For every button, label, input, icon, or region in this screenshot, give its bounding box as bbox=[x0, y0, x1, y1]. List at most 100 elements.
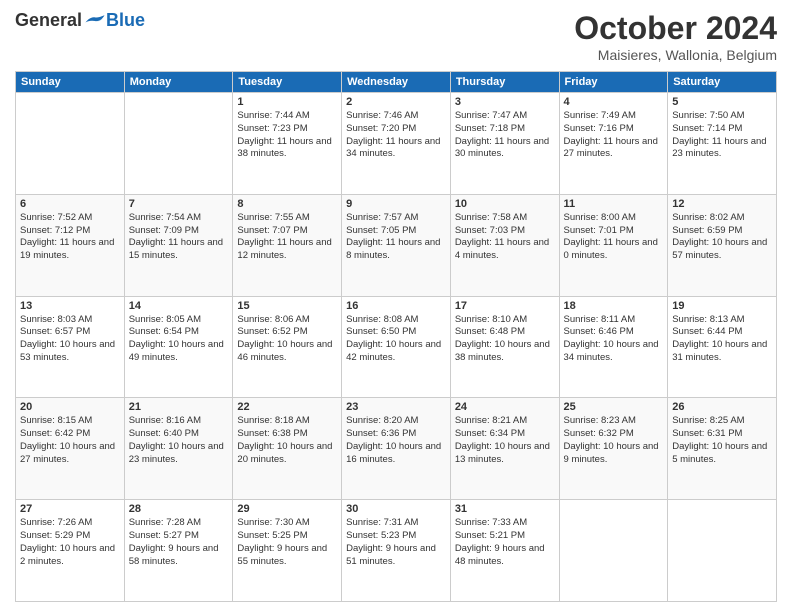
day-cell: 9 Sunrise: 7:57 AM Sunset: 7:05 PM Daylig… bbox=[342, 194, 451, 296]
day-number: 24 bbox=[455, 401, 555, 413]
day-number: 27 bbox=[20, 503, 120, 515]
day-cell: 25Sunrise: 8:23 AM Sunset: 6:32 PM Dayli… bbox=[559, 398, 668, 500]
day-cell: 8Sunrise: 7:55 AM Sunset: 7:07 PM Daylig… bbox=[233, 194, 342, 296]
day-header-wednesday: Wednesday bbox=[342, 72, 451, 93]
day-number: 30 bbox=[346, 503, 446, 515]
day-number: 21 bbox=[129, 401, 229, 413]
day-cell bbox=[668, 500, 777, 602]
day-info: Sunrise: 8:13 AM Sunset: 6:44 PM Dayligh… bbox=[672, 314, 772, 365]
day-info: Sunrise: 8:15 AM Sunset: 6:42 PM Dayligh… bbox=[20, 415, 120, 466]
day-info: Sunrise: 7:44 AM Sunset: 7:23 PM Dayligh… bbox=[237, 110, 337, 161]
day-number: 14 bbox=[129, 300, 229, 312]
day-info: Sunrise: 7:30 AM Sunset: 5:25 PM Dayligh… bbox=[237, 517, 337, 568]
day-info: Sunrise: 8:11 AM Sunset: 6:46 PM Dayligh… bbox=[564, 314, 664, 365]
day-info: Sunrise: 8:03 AM Sunset: 6:57 PM Dayligh… bbox=[20, 314, 120, 365]
month-title: October 2024 bbox=[574, 10, 777, 47]
day-number: 29 bbox=[237, 503, 337, 515]
day-number: 23 bbox=[346, 401, 446, 413]
day-number: 18 bbox=[564, 300, 664, 312]
day-number: 6 bbox=[20, 198, 120, 210]
day-cell: 3 Sunrise: 7:47 AM Sunset: 7:18 PM Daylig… bbox=[450, 93, 559, 195]
day-info: Sunrise: 7:50 AM Sunset: 7:14 PM Dayligh… bbox=[672, 110, 772, 161]
day-number: 22 bbox=[237, 401, 337, 413]
day-cell: 1 Sunrise: 7:44 AM Sunset: 7:23 PM Daylig… bbox=[233, 93, 342, 195]
day-info: Sunrise: 8:10 AM Sunset: 6:48 PM Dayligh… bbox=[455, 314, 555, 365]
day-cell: 31 Sunrise: 7:33 AM Sunset: 5:21 PM Dayli… bbox=[450, 500, 559, 602]
week-row-5: 27Sunrise: 7:26 AM Sunset: 5:29 PM Dayli… bbox=[16, 500, 777, 602]
day-cell: 2 Sunrise: 7:46 AM Sunset: 7:20 PM Daylig… bbox=[342, 93, 451, 195]
logo: General Blue bbox=[15, 10, 145, 31]
day-header-friday: Friday bbox=[559, 72, 668, 93]
day-cell: 30 Sunrise: 7:31 AM Sunset: 5:23 PM Dayli… bbox=[342, 500, 451, 602]
day-info: Sunrise: 7:49 AM Sunset: 7:16 PM Dayligh… bbox=[564, 110, 664, 161]
calendar-table: SundayMondayTuesdayWednesdayThursdayFrid… bbox=[15, 71, 777, 602]
day-header-tuesday: Tuesday bbox=[233, 72, 342, 93]
day-number: 19 bbox=[672, 300, 772, 312]
day-number: 7 bbox=[129, 198, 229, 210]
day-info: Sunrise: 8:05 AM Sunset: 6:54 PM Dayligh… bbox=[129, 314, 229, 365]
day-cell bbox=[124, 93, 233, 195]
day-info: Sunrise: 8:18 AM Sunset: 6:38 PM Dayligh… bbox=[237, 415, 337, 466]
day-info: Sunrise: 7:28 AM Sunset: 5:27 PM Dayligh… bbox=[129, 517, 229, 568]
day-cell: 10Sunrise: 7:58 AM Sunset: 7:03 PM Dayli… bbox=[450, 194, 559, 296]
day-number: 31 bbox=[455, 503, 555, 515]
day-info: Sunrise: 8:25 AM Sunset: 6:31 PM Dayligh… bbox=[672, 415, 772, 466]
day-info: Sunrise: 8:16 AM Sunset: 6:40 PM Dayligh… bbox=[129, 415, 229, 466]
day-cell bbox=[16, 93, 125, 195]
calendar-header-row: SundayMondayTuesdayWednesdayThursdayFrid… bbox=[16, 72, 777, 93]
day-info: Sunrise: 7:57 AM Sunset: 7:05 PM Dayligh… bbox=[346, 212, 446, 263]
logo-blue: Blue bbox=[106, 10, 145, 31]
week-row-1: 1 Sunrise: 7:44 AM Sunset: 7:23 PM Daylig… bbox=[16, 93, 777, 195]
day-info: Sunrise: 8:00 AM Sunset: 7:01 PM Dayligh… bbox=[564, 212, 664, 263]
day-header-monday: Monday bbox=[124, 72, 233, 93]
day-cell: 12 Sunrise: 8:02 AM Sunset: 6:59 PM Dayli… bbox=[668, 194, 777, 296]
day-number: 28 bbox=[129, 503, 229, 515]
day-info: Sunrise: 8:20 AM Sunset: 6:36 PM Dayligh… bbox=[346, 415, 446, 466]
day-cell: 21 Sunrise: 8:16 AM Sunset: 6:40 PM Dayli… bbox=[124, 398, 233, 500]
day-number: 13 bbox=[20, 300, 120, 312]
week-row-4: 20Sunrise: 8:15 AM Sunset: 6:42 PM Dayli… bbox=[16, 398, 777, 500]
day-cell: 14 Sunrise: 8:05 AM Sunset: 6:54 PM Dayli… bbox=[124, 296, 233, 398]
day-cell: 17 Sunrise: 8:10 AM Sunset: 6:48 PM Dayli… bbox=[450, 296, 559, 398]
day-cell: 19 Sunrise: 8:13 AM Sunset: 6:44 PM Dayli… bbox=[668, 296, 777, 398]
day-cell: 20Sunrise: 8:15 AM Sunset: 6:42 PM Dayli… bbox=[16, 398, 125, 500]
day-number: 4 bbox=[564, 96, 664, 108]
day-number: 17 bbox=[455, 300, 555, 312]
day-cell: 4 Sunrise: 7:49 AM Sunset: 7:16 PM Daylig… bbox=[559, 93, 668, 195]
day-cell: 26 Sunrise: 8:25 AM Sunset: 6:31 PM Dayli… bbox=[668, 398, 777, 500]
day-info: Sunrise: 8:08 AM Sunset: 6:50 PM Dayligh… bbox=[346, 314, 446, 365]
day-info: Sunrise: 7:33 AM Sunset: 5:21 PM Dayligh… bbox=[455, 517, 555, 568]
day-number: 1 bbox=[237, 96, 337, 108]
day-info: Sunrise: 7:31 AM Sunset: 5:23 PM Dayligh… bbox=[346, 517, 446, 568]
day-cell: 5Sunrise: 7:50 AM Sunset: 7:14 PM Daylig… bbox=[668, 93, 777, 195]
page: General Blue October 2024 Maisieres, Wal… bbox=[0, 0, 792, 612]
day-cell: 13 Sunrise: 8:03 AM Sunset: 6:57 PM Dayli… bbox=[16, 296, 125, 398]
day-number: 12 bbox=[672, 198, 772, 210]
day-cell: 29 Sunrise: 7:30 AM Sunset: 5:25 PM Dayli… bbox=[233, 500, 342, 602]
day-info: Sunrise: 7:54 AM Sunset: 7:09 PM Dayligh… bbox=[129, 212, 229, 263]
day-info: Sunrise: 7:52 AM Sunset: 7:12 PM Dayligh… bbox=[20, 212, 120, 263]
day-cell: 27Sunrise: 7:26 AM Sunset: 5:29 PM Dayli… bbox=[16, 500, 125, 602]
day-number: 26 bbox=[672, 401, 772, 413]
day-number: 9 bbox=[346, 198, 446, 210]
day-cell: 6 Sunrise: 7:52 AM Sunset: 7:12 PM Daylig… bbox=[16, 194, 125, 296]
location: Maisieres, Wallonia, Belgium bbox=[574, 47, 777, 63]
day-info: Sunrise: 8:02 AM Sunset: 6:59 PM Dayligh… bbox=[672, 212, 772, 263]
day-cell: 15Sunrise: 8:06 AM Sunset: 6:52 PM Dayli… bbox=[233, 296, 342, 398]
day-cell: 22 Sunrise: 8:18 AM Sunset: 6:38 PM Dayli… bbox=[233, 398, 342, 500]
day-info: Sunrise: 7:46 AM Sunset: 7:20 PM Dayligh… bbox=[346, 110, 446, 161]
week-row-2: 6 Sunrise: 7:52 AM Sunset: 7:12 PM Daylig… bbox=[16, 194, 777, 296]
logo-bird-icon bbox=[84, 13, 106, 29]
day-number: 2 bbox=[346, 96, 446, 108]
day-number: 25 bbox=[564, 401, 664, 413]
day-info: Sunrise: 7:47 AM Sunset: 7:18 PM Dayligh… bbox=[455, 110, 555, 161]
title-section: October 2024 Maisieres, Wallonia, Belgiu… bbox=[574, 10, 777, 63]
day-header-saturday: Saturday bbox=[668, 72, 777, 93]
day-header-sunday: Sunday bbox=[16, 72, 125, 93]
day-number: 15 bbox=[237, 300, 337, 312]
day-info: Sunrise: 8:21 AM Sunset: 6:34 PM Dayligh… bbox=[455, 415, 555, 466]
day-number: 3 bbox=[455, 96, 555, 108]
day-cell: 23 Sunrise: 8:20 AM Sunset: 6:36 PM Dayli… bbox=[342, 398, 451, 500]
day-header-thursday: Thursday bbox=[450, 72, 559, 93]
day-cell bbox=[559, 500, 668, 602]
